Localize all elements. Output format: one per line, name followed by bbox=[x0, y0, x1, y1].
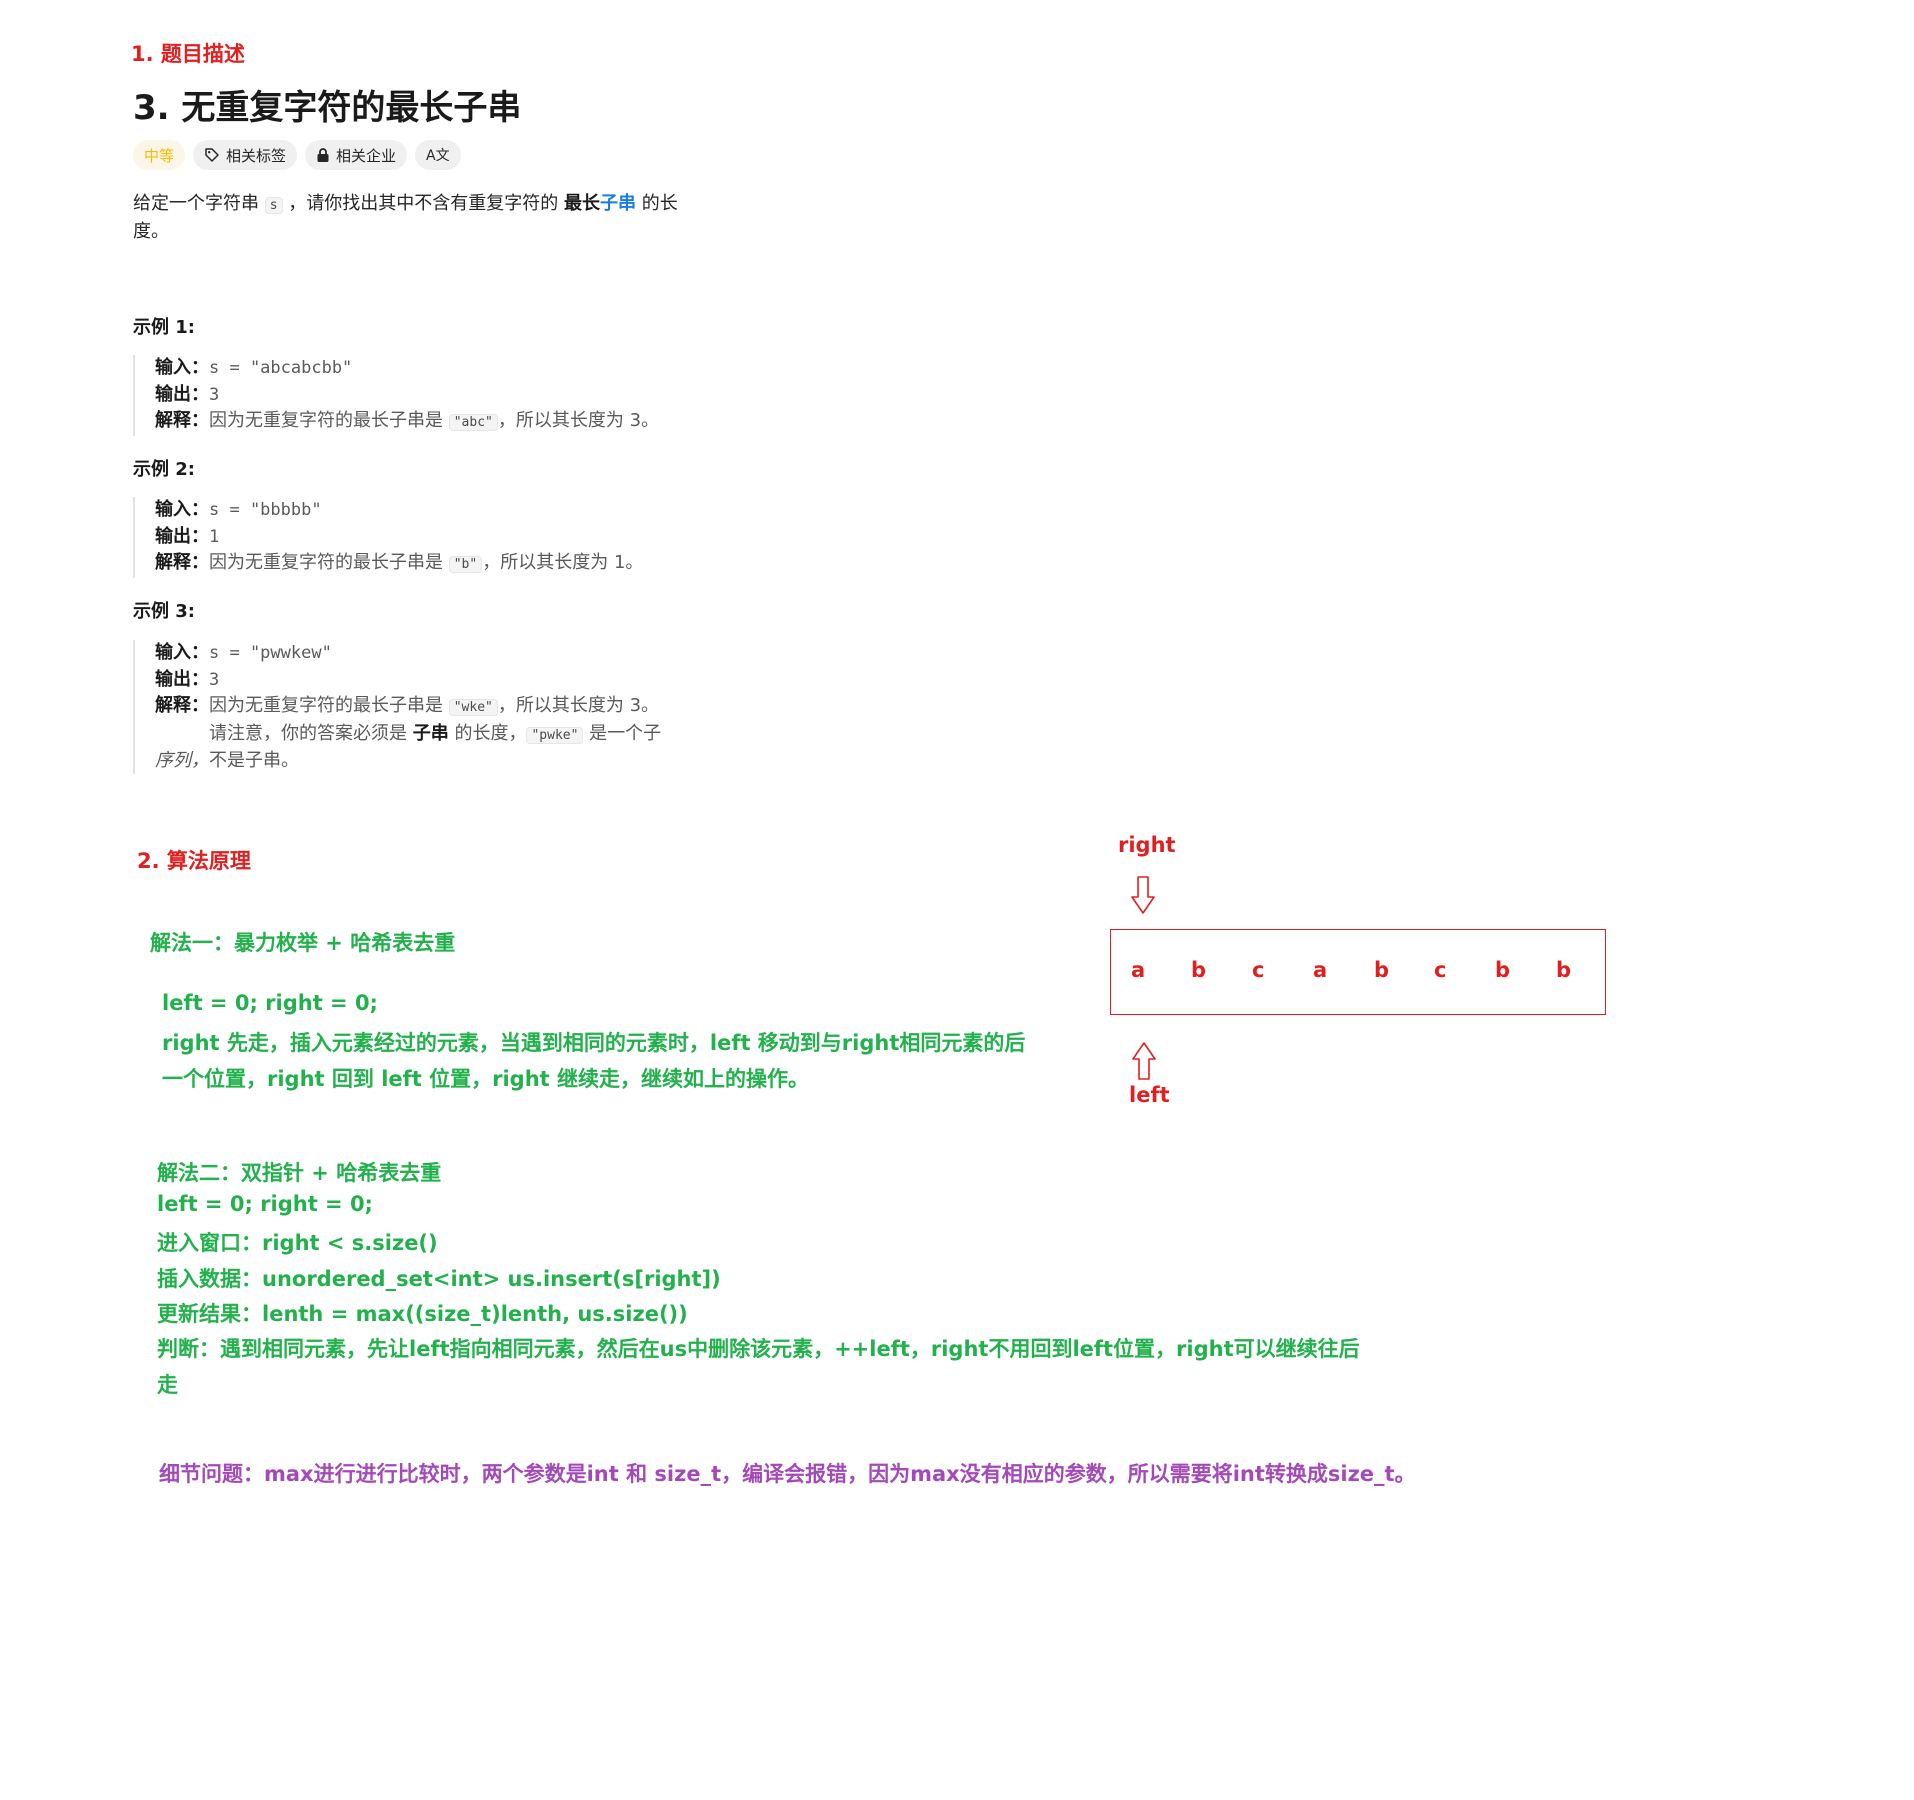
method-2-title: 解法二：双指针 + 哈希表去重 bbox=[157, 1161, 442, 1185]
section-title-algorithm: 2. 算法原理 bbox=[137, 849, 251, 873]
tag-row: 中等 相关标签 相关企业 A文 bbox=[133, 140, 461, 170]
input-label: 输入： bbox=[155, 357, 209, 378]
substring-link[interactable]: 子串 bbox=[600, 193, 636, 214]
explain-label: 解释： bbox=[155, 552, 209, 573]
explain-code: "wke" bbox=[448, 699, 498, 716]
explain-text: 因为无重复字符的最长子串是 bbox=[209, 410, 449, 431]
array-char-6: b bbox=[1495, 958, 1511, 982]
input-value: s = "abcabcbb" bbox=[209, 358, 353, 378]
note-text-1: 请注意，你的答案必须是 bbox=[209, 722, 413, 744]
desc-code-s: s bbox=[264, 197, 283, 214]
output-label: 输出： bbox=[155, 668, 209, 690]
note-code: "pwke" bbox=[526, 726, 584, 744]
note-text-2: 的长度， bbox=[448, 722, 527, 744]
explain-text: 因为无重复字符的最长子串是 bbox=[209, 695, 449, 716]
method-2-line-6: 走 bbox=[157, 1373, 178, 1397]
array-char-5: c bbox=[1434, 958, 1447, 982]
desc-text-3: 的长 bbox=[636, 193, 678, 214]
lock-icon bbox=[316, 147, 330, 163]
related-companies-label: 相关企业 bbox=[336, 146, 397, 165]
array-char-4: b bbox=[1374, 958, 1390, 982]
related-companies-button[interactable]: 相关企业 bbox=[305, 140, 408, 170]
desc-text-4: 度。 bbox=[133, 221, 169, 242]
explain-text: 因为无重复字符的最长子串是 bbox=[209, 552, 449, 573]
note-text-3: 是一个子 bbox=[583, 722, 662, 744]
related-tags-label: 相关标签 bbox=[226, 146, 287, 165]
explain-tail: ，所以其长度为 3。 bbox=[497, 410, 660, 431]
output-value: 1 bbox=[209, 526, 220, 547]
section-title-problem: 1. 题目描述 bbox=[131, 42, 245, 66]
explain-code: "abc" bbox=[448, 414, 498, 431]
method-1-line-1: left = 0; right = 0; bbox=[162, 991, 378, 1015]
input-value: s = "bbbbb" bbox=[209, 500, 322, 520]
example-2-block: 输入：s = "bbbbb" 输出：1 解释：因为无重复字符的最长子串是 "b"… bbox=[133, 497, 715, 578]
translate-icon: A文 bbox=[426, 148, 450, 164]
desc-bold-longest: 最长 bbox=[564, 193, 601, 214]
explain-tail: ，所以其长度为 1。 bbox=[482, 552, 644, 573]
array-char-3: a bbox=[1313, 958, 1328, 982]
input-value: s = "pwwkew" bbox=[209, 643, 332, 663]
method-1-title: 解法一：暴力枚举 + 哈希表去重 bbox=[150, 931, 456, 955]
method-2-line-2: 进入窗口：right < s.size() bbox=[157, 1231, 438, 1255]
input-label: 输入： bbox=[155, 499, 209, 520]
explain-tail: ，所以其长度为 3。 bbox=[497, 695, 660, 716]
output-value: 3 bbox=[209, 384, 220, 405]
string-array-box bbox=[1110, 929, 1606, 1015]
tag-icon bbox=[204, 147, 220, 163]
desc-text-1: 给定一个字符串 bbox=[133, 193, 265, 214]
related-tags-button[interactable]: 相关标签 bbox=[193, 140, 298, 170]
translate-button[interactable]: A文 bbox=[415, 140, 461, 170]
method-1-line-3: 一个位置，right 回到 left 位置，right 继续走，继续如上的操作。 bbox=[162, 1067, 810, 1091]
problem-description: 给定一个字符串 s ，请你找出其中不含有重复字符的 最长子串 的长 度。 bbox=[133, 191, 693, 245]
example-1-title: 示例 1: bbox=[133, 317, 195, 338]
array-char-1: b bbox=[1191, 958, 1207, 982]
problem-title: 3. 无重复字符的最长子串 bbox=[133, 88, 522, 128]
method-1-line-2: right 先走，插入元素经过的元素，当遇到相同的元素时，left 移动到与ri… bbox=[162, 1031, 1026, 1055]
example-3-block: 输入：s = "pwwkew" 输出：3 解释：因为无重复字符的最长子串是 "w… bbox=[133, 640, 715, 774]
array-char-7: b bbox=[1556, 958, 1572, 982]
input-label: 输入： bbox=[155, 642, 209, 663]
down-arrow-icon bbox=[1131, 876, 1155, 918]
up-arrow-icon bbox=[1132, 1042, 1156, 1084]
method-2-line-4: 更新结果：lenth = max((size_t)lenth, us.size(… bbox=[157, 1302, 688, 1326]
output-label: 输出： bbox=[155, 525, 209, 547]
explain-code: "b" bbox=[448, 556, 483, 573]
example-3-title: 示例 3: bbox=[133, 601, 195, 622]
explain-label: 解释： bbox=[155, 695, 209, 716]
output-label: 输出： bbox=[155, 383, 209, 405]
note-italic-subsequence: 序列， bbox=[155, 750, 209, 771]
note-bold-substring: 子串 bbox=[412, 722, 449, 744]
example-1-block: 输入：s = "abcabcbb" 输出：3 解释：因为无重复字符的最长子串是 … bbox=[133, 355, 715, 436]
output-value: 3 bbox=[209, 669, 220, 690]
desc-text-2: ，请你找出其中不含有重复字符的 bbox=[282, 193, 565, 214]
array-char-2: c bbox=[1252, 958, 1265, 982]
left-pointer-label: left bbox=[1129, 1083, 1170, 1107]
note-text-4: 不是子串。 bbox=[209, 750, 299, 771]
method-2-line-3: 插入数据：unordered_set<int> us.insert(s[righ… bbox=[157, 1267, 721, 1291]
example-2-title: 示例 2: bbox=[133, 459, 195, 480]
array-char-0: a bbox=[1131, 958, 1146, 982]
method-2-line-1: left = 0; right = 0; bbox=[157, 1192, 373, 1216]
explain-label: 解释： bbox=[155, 410, 209, 431]
detail-note: 细节问题：max进行进行比较时，两个参数是int 和 size_t，编译会报错，… bbox=[159, 1462, 1416, 1486]
difficulty-badge[interactable]: 中等 bbox=[133, 140, 186, 170]
right-pointer-label: right bbox=[1118, 833, 1176, 857]
method-2-line-5: 判断：遇到相同元素，先让left指向相同元素，然后在us中删除该元素，++lef… bbox=[157, 1337, 1360, 1361]
